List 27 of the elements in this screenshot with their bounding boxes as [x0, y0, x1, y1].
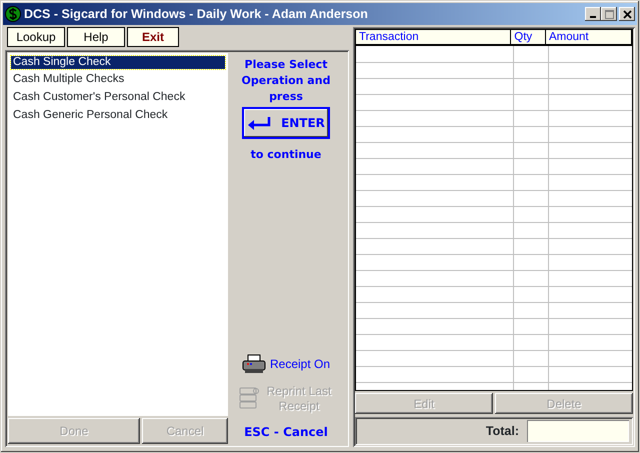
column-header: Qty [511, 30, 546, 44]
shortcut-hint: ESC - Cancel [244, 424, 328, 440]
menu-button[interactable]: Lookup [7, 27, 65, 47]
receipt-button[interactable]: Receipt On [242, 354, 330, 374]
close-button[interactable] [619, 7, 635, 21]
list-item[interactable]: Cash Customer's Personal Check [11, 91, 188, 104]
return-arrow-icon [247, 116, 274, 130]
enter-button[interactable]: ENTER [242, 107, 330, 139]
prompt-text: Please Select Operation and press [240, 57, 332, 105]
menu-button[interactable]: Help [67, 27, 125, 47]
window-title: DCS - Sigcard for Windows - Daily Work - Adam Anderson [24, 6, 368, 23]
close-icon [622, 10, 632, 18]
list-item[interactable]: Cash Multiple Checks [11, 73, 126, 86]
printer-icon [242, 354, 266, 374]
column-header: Amount [546, 30, 632, 44]
maximize-icon [604, 10, 614, 18]
list-item[interactable]: Cash Generic Personal Check [11, 109, 170, 122]
dollar-logo-icon [5, 6, 21, 22]
maximize-button[interactable] [601, 7, 617, 21]
total-field[interactable] [527, 420, 629, 442]
total-label: Total: [486, 422, 519, 440]
continue-text: to continue [250, 147, 322, 163]
column-header: Transaction [356, 30, 512, 44]
menu-button[interactable]: Exit [127, 27, 179, 47]
list-item[interactable]: Cash Single Check [11, 56, 225, 69]
minimize-button[interactable] [585, 7, 601, 21]
minimize-icon [590, 16, 596, 18]
